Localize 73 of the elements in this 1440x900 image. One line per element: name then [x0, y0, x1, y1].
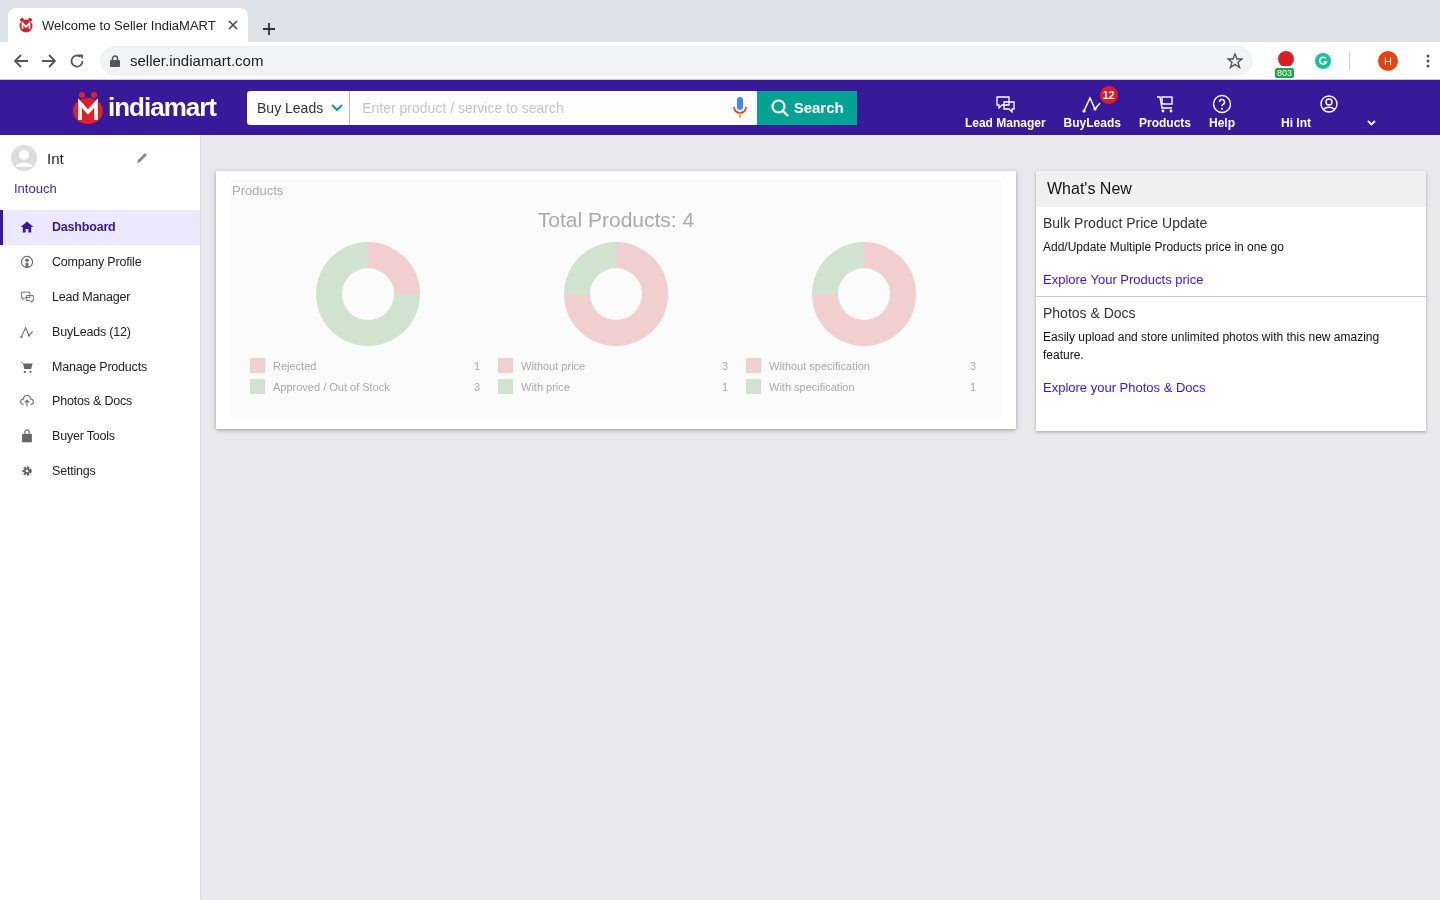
nav-link[interactable]: Lead Manager — [964, 85, 1046, 130]
legend-count: 3 — [473, 380, 480, 393]
lock-icon — [110, 54, 120, 67]
avatar-icon — [11, 145, 37, 171]
feature-heading: Bulk Product Price Update — [1043, 215, 1209, 231]
home-icon — [20, 220, 34, 235]
nav-link[interactable]: Help — [1209, 85, 1235, 130]
forward-icon[interactable] — [41, 52, 57, 69]
explore-link[interactable]: Explore Your Products price — [1043, 272, 1204, 287]
caret-icon — [1367, 119, 1376, 126]
site-logo-icon — [18, 17, 34, 33]
panel-title: What's New — [1036, 171, 1426, 207]
logo-text[interactable]: indiamart — [108, 92, 217, 123]
caret-icon — [331, 103, 344, 112]
logo-mark-icon — [72, 90, 106, 125]
legend-label: Rejected — [273, 359, 317, 372]
line-graph-icon — [20, 324, 34, 339]
nav-link[interactable]: Hi Int — [1281, 85, 1376, 130]
cloud-upload-icon — [20, 394, 34, 409]
sidebar-item[interactable]: Dashboard — [0, 210, 200, 245]
close-tab-icon[interactable] — [228, 20, 238, 30]
total-products-label: Total Products: 4 — [536, 208, 696, 232]
nav-link[interactable]: 12 BuyLeads — [1063, 85, 1121, 130]
sidebar-item[interactable]: Manage Products — [0, 349, 200, 384]
help-icon — [1212, 93, 1232, 114]
company-link[interactable]: Intouch — [0, 171, 200, 210]
count-badge: 12 — [1099, 85, 1118, 104]
feature-description: Add/Update Multiple Products price in one go — [1043, 239, 1285, 256]
profile-avatar[interactable]: H — [1378, 50, 1398, 71]
address-bar[interactable]: seller.indiamart.com — [100, 45, 1253, 76]
legend-count: 3 — [969, 359, 976, 372]
legend-count: 1 — [721, 380, 728, 393]
sidebar-item[interactable]: Settings — [0, 453, 200, 489]
extension-badge: 803 — [1275, 67, 1295, 78]
feature-description: Easily upload and store unlimited photos with this new amazing feature. — [1043, 329, 1381, 364]
reload-icon[interactable] — [69, 52, 85, 69]
profile-icon — [20, 255, 34, 270]
legend-label: Without price — [521, 359, 586, 372]
legend-count: 1 — [473, 359, 480, 372]
explore-link[interactable]: Explore your Photos & Docs — [1043, 380, 1206, 395]
search-icon — [770, 98, 789, 117]
menu-icon[interactable] — [1426, 53, 1430, 68]
chat-bubbles-icon — [995, 93, 1016, 114]
sidebar-item[interactable]: BuyLeads (12) — [0, 314, 200, 350]
settings-icon — [20, 463, 34, 478]
sidebar-item[interactable]: Photos & Docs — [0, 384, 200, 419]
cart-icon — [20, 359, 34, 374]
card-title: Products — [232, 183, 285, 198]
new-tab-icon[interactable] — [262, 22, 276, 36]
sidebar-item[interactable]: Buyer Tools — [0, 418, 200, 454]
bag-icon — [20, 429, 34, 444]
sidebar-item[interactable]: Company Profile — [0, 244, 200, 280]
legend-count: 3 — [721, 359, 728, 372]
legend-count: 1 — [969, 380, 976, 393]
user-name: Int — [47, 149, 64, 167]
search-bar[interactable]: Enter product / service to search — [350, 90, 758, 125]
chat-bubbles-icon — [20, 290, 34, 304]
back-icon[interactable] — [13, 52, 29, 69]
search-scope-dropdown[interactable]: Buy Leads — [247, 90, 351, 125]
extension-icon[interactable] — [1276, 49, 1296, 66]
star-icon[interactable] — [1227, 52, 1243, 69]
cart-icon — [1154, 93, 1175, 114]
legend-label: Without specification — [769, 359, 870, 372]
nav-link[interactable]: Products — [1138, 85, 1191, 130]
edit-icon[interactable] — [135, 152, 148, 164]
feature-heading: Photos & Docs — [1043, 305, 1137, 321]
sidebar-item[interactable]: Lead Manager — [0, 279, 200, 315]
legend-label: With specification — [769, 380, 855, 393]
legend-label: Approved / Out of Stock — [273, 380, 390, 393]
browser-tab[interactable]: Welcome to Seller IndiaMART — [8, 8, 248, 42]
legend-label: With price — [521, 380, 570, 393]
microphone-icon[interactable] — [733, 95, 748, 120]
user-icon — [1318, 93, 1339, 114]
